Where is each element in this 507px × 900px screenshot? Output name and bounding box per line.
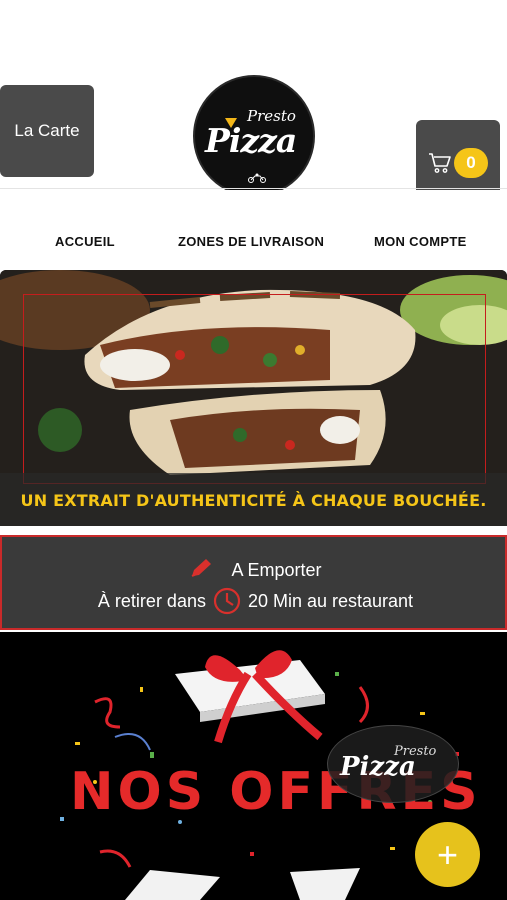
cart-count-badge: 0 (454, 148, 488, 178)
shopping-cart-icon (429, 153, 451, 173)
offers-logo-pizza-text: Pizza (340, 752, 416, 782)
hero-caption: UN EXTRAIT D'AUTHENTICITÉ À CHAQUE BOUCH… (20, 491, 487, 510)
pickup-prefix: À retirer dans (97, 591, 206, 611)
order-mode-label: A Emporter (231, 560, 322, 580)
hero-banner[interactable]: UN EXTRAIT D'AUTHENTICITÉ À CHAQUE BOUCH… (0, 270, 507, 526)
floating-add-button[interactable]: + (415, 822, 480, 887)
la-carte-label: La Carte (14, 121, 80, 140)
scooter-icon (248, 173, 266, 183)
app-header: La Carte Presto Pizza 0 (0, 0, 507, 212)
logo-pizza-text: Pizza (205, 121, 297, 160)
presto-pizza-logo[interactable]: Presto Pizza (193, 75, 315, 197)
hero-frame (23, 294, 486, 484)
la-carte-button[interactable]: La Carte (0, 85, 94, 177)
plus-icon: + (436, 833, 459, 875)
pickup-time-line: À retirer dans 20 Min au restaurant (2, 586, 507, 616)
nav-item-accueil[interactable]: ACCUEIL (55, 234, 115, 249)
header-divider (0, 188, 507, 189)
order-mode-line: A Emporter (2, 557, 507, 581)
nav-item-zones-de-livraison[interactable]: ZONES DE LIVRAISON (178, 234, 324, 249)
nav-item-mon-compte[interactable]: MON COMPTE (374, 234, 467, 249)
pickup-time: 20 Min au restaurant (247, 591, 414, 611)
offers-banner[interactable]: NOS OFFRES Presto Pizza + (0, 632, 507, 900)
offers-presto-pizza-logo: Presto Pizza (327, 725, 459, 803)
pizza-slice-icon (225, 118, 237, 128)
pencil-icon (192, 559, 212, 577)
clock-icon (213, 587, 241, 615)
order-mode-box[interactable]: A Emporter À retirer dans 20 Min au rest… (0, 535, 507, 630)
main-nav: ACCUEIL ZONES DE LIVRAISON MON COMPTE (0, 190, 507, 270)
